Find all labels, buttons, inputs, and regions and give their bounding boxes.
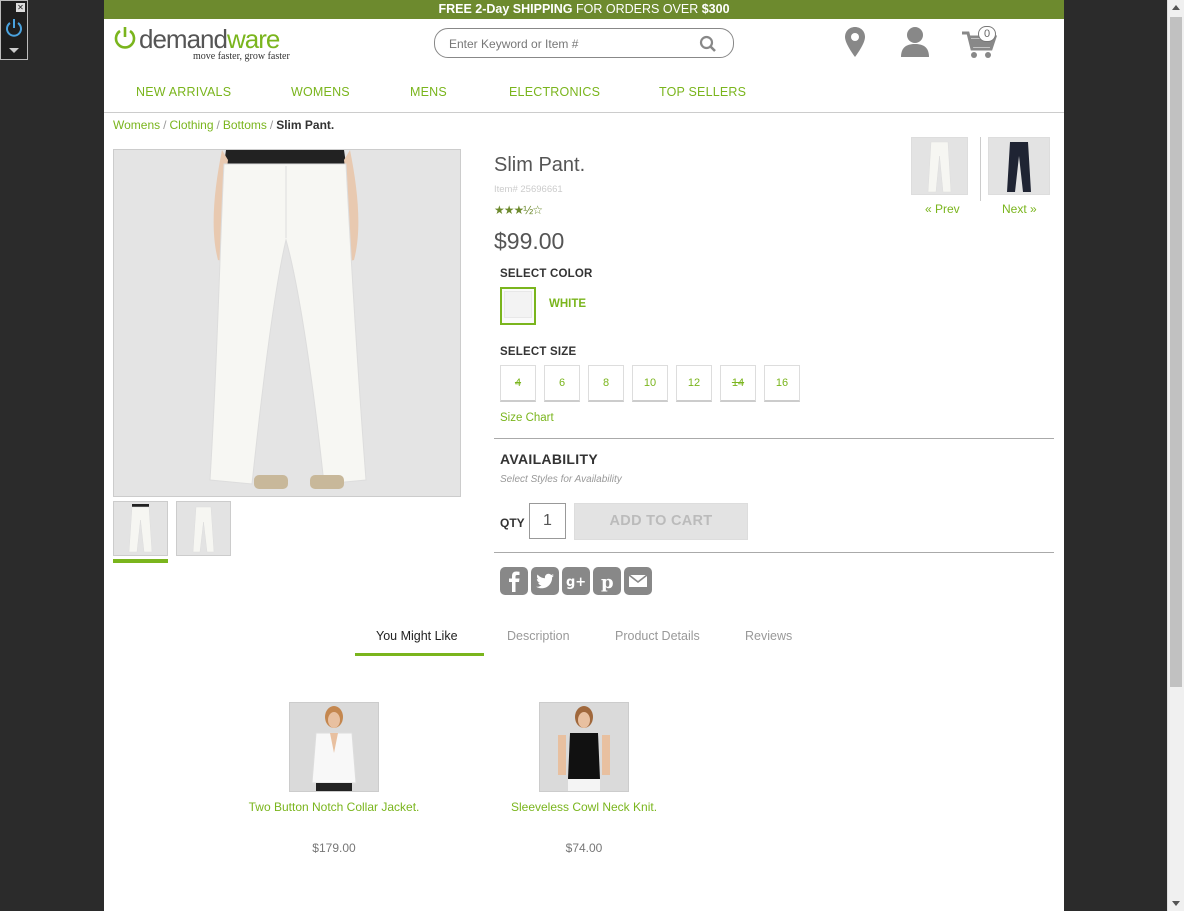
nav-mens[interactable]: MENS	[410, 85, 447, 99]
recommendation-image-1[interactable]	[289, 702, 379, 792]
googleplus-share-icon[interactable]: g+	[562, 567, 590, 595]
product-thumbnail-1[interactable]	[113, 501, 168, 556]
tab-description[interactable]: Description	[507, 629, 570, 643]
breadcrumb-current: Slim Pant.	[276, 118, 335, 132]
size-option-4[interactable]: 4	[500, 365, 536, 402]
prev-pants-image	[927, 141, 952, 193]
next-product-image[interactable]	[988, 137, 1050, 195]
account-icon[interactable]	[900, 26, 930, 58]
logo[interactable]: demandware move faster, grow faster	[113, 24, 303, 64]
promo-amount: $300	[701, 2, 730, 16]
logo-power-icon	[114, 27, 136, 49]
breadcrumb: Womens / Clothing / Bottoms / Slim Pant.	[113, 118, 334, 132]
facebook-share-icon[interactable]	[500, 567, 528, 595]
svg-text:g+: g+	[566, 575, 586, 590]
main-nav: NEW ARRIVALS WOMENS MENS ELECTRONICS TOP…	[104, 82, 1064, 113]
breadcrumb-separator: /	[216, 118, 220, 132]
breadcrumb-womens[interactable]: Womens	[113, 118, 160, 132]
logo-tagline: move faster, grow faster	[193, 51, 290, 62]
promo-banner[interactable]: FREE 2-Day SHIPPING FOR ORDERS OVER $300	[104, 0, 1064, 19]
nav-electronics[interactable]: ELECTRONICS	[509, 85, 600, 99]
size-option-10[interactable]: 10	[632, 365, 668, 402]
product-thumbnail-2[interactable]	[176, 501, 231, 556]
cart-count-badge[interactable]: 0	[978, 26, 996, 42]
recommendation-name-2[interactable]: Sleeveless Cowl Neck Knit.	[464, 800, 704, 814]
power-widget[interactable]: ✕	[0, 0, 28, 60]
qty-label: QTY	[500, 516, 525, 530]
item-number: Item# 25696661	[494, 184, 563, 195]
recommendation-price-2: $74.00	[565, 841, 603, 855]
breadcrumb-separator: /	[163, 118, 167, 132]
thumbnail-pants-image	[128, 504, 153, 553]
promo-text-3: FOR ORDERS OVER	[572, 2, 702, 16]
pants-illustration	[114, 150, 460, 496]
tab-you-might-like[interactable]: You Might Like	[376, 629, 458, 643]
breadcrumb-bottoms[interactable]: Bottoms	[223, 118, 267, 132]
promo-text-2: SHIPPING	[512, 2, 573, 16]
thumbnail-pants-image	[192, 506, 215, 553]
next-product-link[interactable]: Next »	[1002, 202, 1037, 216]
size-chart-link[interactable]: Size Chart	[500, 412, 554, 424]
add-to-cart-button[interactable]: ADD TO CART	[574, 503, 748, 540]
page: FREE 2-Day SHIPPING FOR ORDERS OVER $300…	[104, 0, 1064, 911]
recommendation-price-1: $179.00	[312, 841, 356, 855]
color-swatch-white[interactable]	[500, 287, 536, 325]
recommendation-name-1[interactable]: Two Button Notch Collar Jacket.	[214, 800, 454, 814]
product-price: $99.00	[494, 228, 565, 254]
store-locator-icon[interactable]	[844, 26, 866, 58]
svg-text:p: p	[601, 572, 614, 593]
select-size-label: SELECT SIZE	[500, 346, 577, 358]
divider	[494, 438, 1054, 439]
prev-product-image[interactable]	[911, 137, 968, 195]
scrollbar-thumb[interactable]	[1170, 17, 1182, 687]
size-option-12[interactable]: 12	[676, 365, 712, 402]
dropdown-arrow-icon[interactable]	[9, 48, 19, 53]
rating-stars[interactable]: ★★★½☆	[494, 203, 543, 217]
vertical-scrollbar[interactable]	[1167, 0, 1184, 911]
tab-product-details[interactable]: Product Details	[615, 629, 700, 643]
nav-new-arrivals[interactable]: NEW ARRIVALS	[136, 85, 231, 99]
jacket-image	[290, 703, 378, 791]
scroll-up-arrow-icon[interactable]	[1172, 5, 1180, 10]
logo-wordmark: demandware	[139, 24, 280, 54]
swatch-fill	[504, 291, 532, 318]
breadcrumb-separator: /	[269, 118, 274, 132]
selected-color-name: WHITE	[549, 298, 587, 310]
email-share-icon[interactable]	[624, 567, 652, 595]
availability-message: Select Styles for Availability	[500, 474, 622, 485]
twitter-share-icon[interactable]	[531, 567, 559, 595]
search-box	[434, 28, 734, 58]
next-pants-image	[1007, 142, 1031, 192]
prev-next-divider	[980, 137, 981, 201]
search-input[interactable]	[449, 35, 689, 53]
pinterest-share-icon[interactable]: p	[593, 567, 621, 595]
availability-title: AVAILABILITY	[500, 451, 598, 467]
recommendation-image-2[interactable]	[539, 702, 629, 792]
nav-womens[interactable]: WOMENS	[291, 85, 350, 99]
active-tab-indicator	[355, 653, 484, 656]
size-option-6[interactable]: 6	[544, 365, 580, 402]
breadcrumb-clothing[interactable]: Clothing	[169, 118, 213, 132]
logo-word-2: ware	[226, 24, 280, 54]
scroll-down-arrow-icon[interactable]	[1172, 901, 1180, 906]
size-option-8[interactable]: 8	[588, 365, 624, 402]
divider	[494, 552, 1054, 553]
tab-reviews[interactable]: Reviews	[745, 629, 792, 643]
select-color-label: SELECT COLOR	[500, 268, 593, 280]
knit-top-image	[540, 703, 628, 791]
nav-top-sellers[interactable]: TOP SELLERS	[659, 85, 746, 99]
size-option-14[interactable]: 14	[720, 365, 756, 402]
promo-text-1: FREE 2-Day	[438, 2, 513, 16]
power-icon[interactable]	[3, 17, 25, 39]
prev-product-link[interactable]: « Prev	[925, 202, 960, 216]
main-product-image[interactable]	[113, 149, 461, 497]
thumbnail-active-indicator	[113, 559, 168, 563]
product-name: Slim Pant.	[494, 154, 586, 176]
logo-word-1: demand	[139, 24, 228, 54]
close-icon[interactable]: ✕	[16, 3, 25, 12]
search-icon[interactable]	[699, 35, 717, 53]
size-option-16[interactable]: 16	[764, 365, 800, 402]
qty-input[interactable]: 1	[529, 503, 566, 539]
